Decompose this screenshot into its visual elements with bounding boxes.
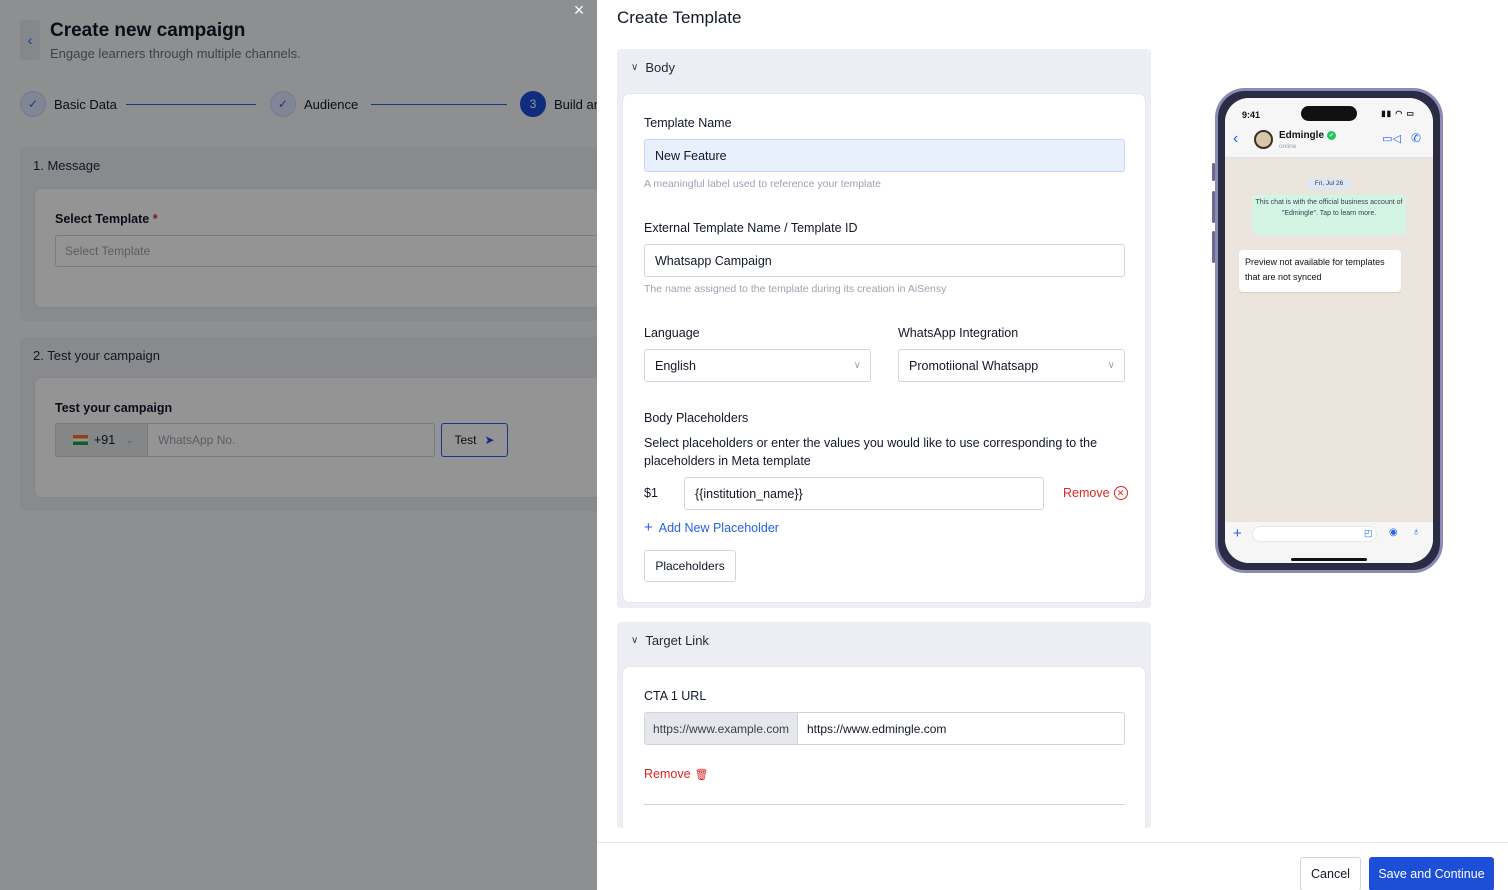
remove-cta-button[interactable]: Remove 🗑 [644,767,709,781]
signal-battery-icon: ▮▮ ◠ ▭ [1381,109,1415,118]
video-call-icon: ▭◁ [1382,133,1401,145]
external-name-label: External Template Name / Template ID [644,221,858,235]
remove-label: Remove [644,767,691,781]
group-title: Body [645,60,675,75]
phone-call-icon: ✆ [1410,131,1421,145]
phone-button [1212,163,1215,181]
chevron-down-icon: ∨ [1107,360,1115,371]
template-name-help: A meaningful label used to reference you… [644,178,881,190]
target-link-group: ∨ Target Link CTA 1 URL https://www.exam… [617,622,1151,828]
status-bar: 9:41 ▮▮ ◠ ▭ [1225,98,1433,124]
external-name-input[interactable]: Whatsapp Campaign [644,244,1125,277]
sticker-icon: ◰ [1364,528,1373,538]
camera-icon: ◉ [1389,527,1398,538]
target-link-card: CTA 1 URL https://www.example.com https:… [622,666,1146,828]
body-group: ∨ Body Template Name New Feature A meani… [617,49,1151,608]
plus-icon: + [1233,525,1242,542]
whatsapp-preview-phone: 9:41 ▮▮ ◠ ▭ ‹ Edmingle ✓ online ▭◁ ✆ Fri,… [1212,88,1443,573]
drawer-footer: Cancel Save and Continue [597,842,1508,890]
integration-label: WhatsApp Integration [898,326,1019,340]
integration-value: Promotiional Whatsapp [909,358,1039,373]
close-icon[interactable]: × [570,1,588,19]
create-template-drawer: Create Template ∨ Body Template Name New… [597,0,1508,890]
add-placeholder-label: Add New Placeholder [658,520,779,535]
template-name-input[interactable]: New Feature [644,139,1125,172]
target-link-toggle[interactable]: ∨ Target Link [631,633,709,648]
add-placeholder-button[interactable]: + Add New Placeholder [644,519,779,536]
remove-circle-icon: ✕ [1113,486,1128,500]
status-time: 9:41 [1242,110,1261,120]
home-indicator [1291,558,1367,561]
trash-icon: 🗑 [694,768,709,781]
phone-button [1212,191,1215,223]
template-name-label: Template Name [644,116,732,130]
remove-placeholder-button[interactable]: Remove ✕ [1063,486,1128,500]
placeholders-description: Select placeholders or enter the values … [644,436,1098,468]
date-pill: Fri, Jul 26 [1307,178,1351,190]
save-continue-button[interactable]: Save and Continue [1369,857,1494,890]
body-placeholders-label: Body Placeholders [644,411,749,425]
body-group-toggle[interactable]: ∨ Body [631,60,675,75]
group-title: Target Link [645,633,709,648]
cancel-button[interactable]: Cancel [1300,857,1361,890]
phone-button [1212,231,1215,263]
language-select[interactable]: English ∨ [644,349,871,382]
placeholder-value-input[interactable]: {{institution_name}} [684,477,1044,510]
verified-icon: ✓ [1327,131,1337,140]
plus-icon: + [644,519,653,536]
chevron-down-icon: ∨ [631,62,639,73]
placeholders-button[interactable]: Placeholders [644,550,736,582]
avatar [1254,130,1273,149]
chevron-down-icon: ∨ [631,635,639,646]
url-prefix: https://www.example.com [644,712,798,745]
chevron-down-icon: ∨ [853,360,861,371]
cta-url-label: CTA 1 URL [644,689,707,703]
remove-label: Remove [1063,486,1110,500]
contact-name: Edmingle ✓ [1279,130,1337,141]
mic-icon: ♁ [1412,526,1421,538]
external-name-help: The name assigned to the template during… [644,283,947,295]
drawer-title: Create Template [617,8,742,27]
language-value: English [655,358,696,373]
contact-status: online [1279,143,1297,150]
placeholder-key: $1 [644,486,658,500]
chevron-left-icon: ‹ [1233,130,1239,147]
message-bubble: Preview not available for templates that… [1239,250,1401,292]
message-field [1252,526,1377,542]
cta-url-input[interactable]: https://www.edmingle.com [797,712,1125,745]
language-label: Language [644,326,700,340]
chat-input-bar: + ◰ ◉ ♁ [1225,522,1433,563]
phone-screen: 9:41 ▮▮ ◠ ▭ ‹ Edmingle ✓ online ▭◁ ✆ Fri,… [1225,98,1433,563]
integration-select[interactable]: Promotiional Whatsapp ∨ [898,349,1125,382]
dynamic-island [1301,106,1357,121]
divider [644,804,1125,805]
system-message: This chat is with the official business … [1252,195,1406,235]
chat-header: ‹ Edmingle ✓ online ▭◁ ✆ [1225,124,1433,158]
body-card: Template Name New Feature A meaningful l… [622,93,1146,603]
